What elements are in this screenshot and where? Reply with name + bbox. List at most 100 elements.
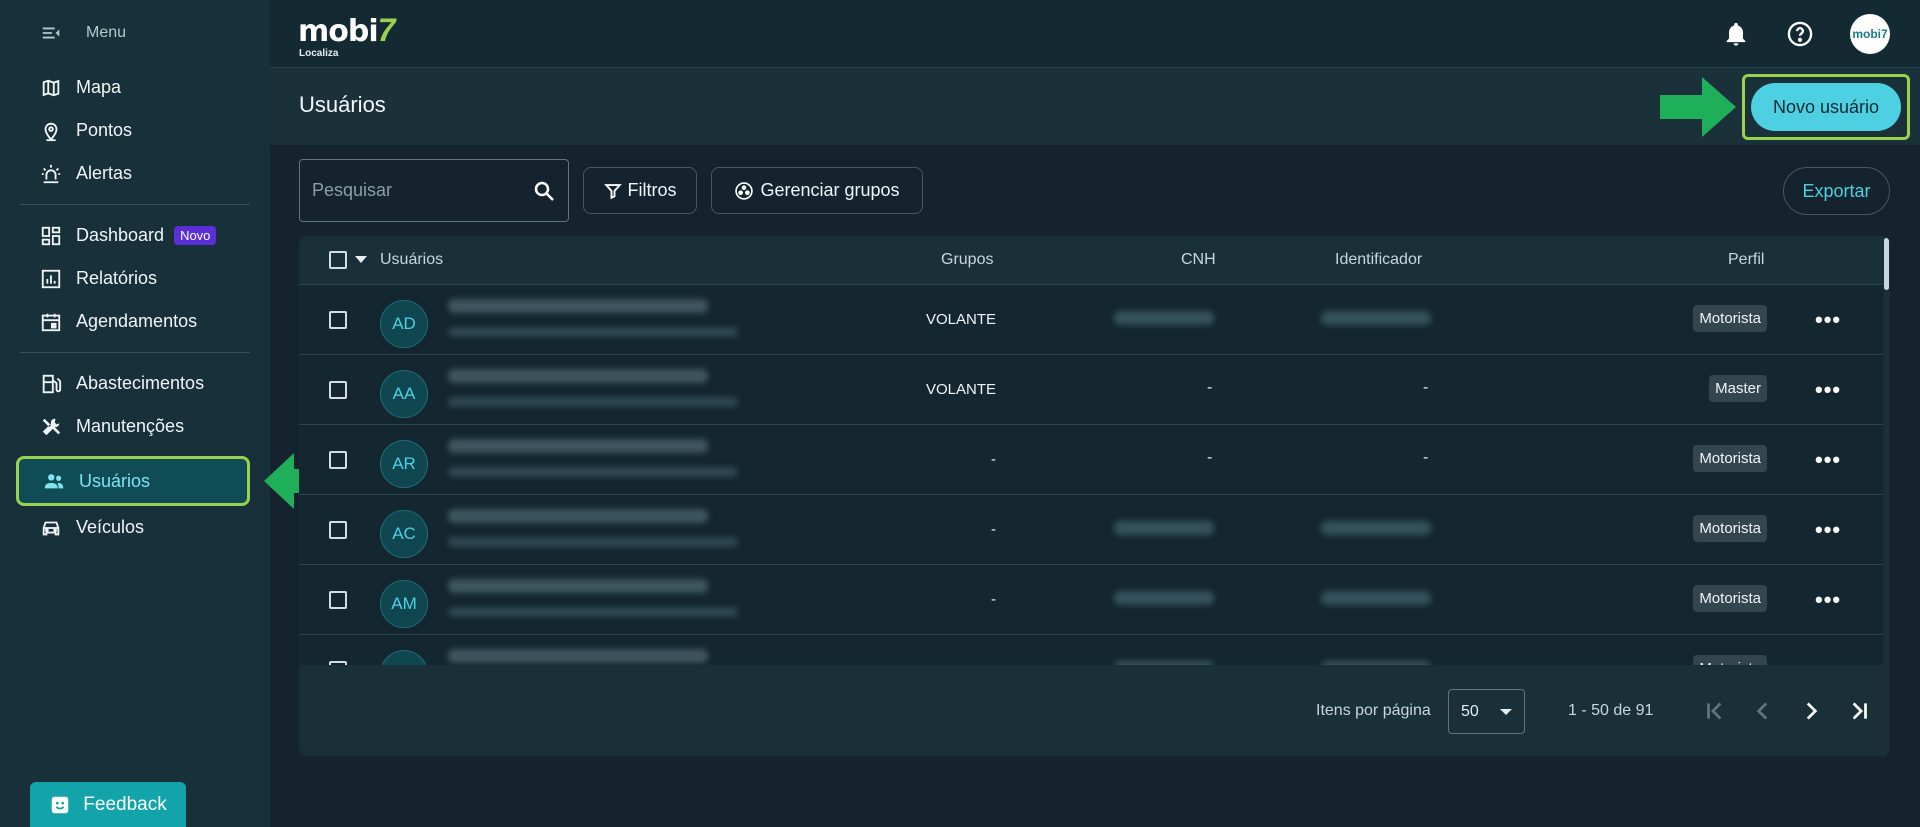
menu-label: Menu	[86, 24, 127, 41]
more-options-icon[interactable]: •••	[1815, 517, 1841, 543]
sidebar-nav: Mapa Pontos Alertas Dashboard Novo Relat…	[0, 66, 270, 549]
sidebar-item-alertas[interactable]: Alertas	[0, 152, 270, 195]
identifier-redacted	[1321, 591, 1431, 605]
user-email-redacted	[448, 607, 738, 617]
new-user-button[interactable]: Novo usuário	[1751, 83, 1901, 131]
previous-page-button[interactable]	[1748, 696, 1778, 726]
user-name-redacted	[448, 649, 708, 663]
identifier-redacted	[1321, 311, 1431, 325]
user-email-redacted	[448, 537, 738, 547]
sidebar-item-label: Usuários	[79, 470, 151, 491]
last-page-button[interactable]	[1844, 696, 1874, 726]
column-header-identifier[interactable]: Identificador	[1335, 251, 1422, 269]
feedback-smile-icon	[52, 796, 69, 814]
table-row[interactable]: AA VOLANTE - - Master •••	[299, 355, 1883, 425]
car-icon	[40, 517, 62, 539]
page-title: Usuários	[299, 92, 386, 117]
user-name-redacted	[448, 509, 708, 523]
green-arrow-right-icon	[1660, 77, 1736, 137]
table-row[interactable]: AC - Motorista •••	[299, 495, 1883, 565]
sidebar-item-abastecimentos[interactable]: Abastecimentos	[0, 362, 270, 405]
row-checkbox[interactable]	[329, 381, 347, 399]
sidebar-item-usuarios[interactable]: Usuários	[16, 456, 250, 506]
page-range-label: 1 - 50 de 91	[1568, 702, 1654, 719]
user-initials-avatar: AC	[380, 510, 428, 558]
column-header-users[interactable]: Usuários	[380, 251, 443, 269]
identifier-redacted	[1321, 661, 1431, 665]
user-initials-avatar: AD	[380, 300, 428, 348]
sidebar-item-agendamentos[interactable]: Agendamentos	[0, 300, 270, 343]
user-initials-avatar: BA	[380, 650, 428, 665]
sidebar-item-pontos[interactable]: Pontos	[0, 109, 270, 152]
feedback-label: Feedback	[83, 794, 167, 815]
alarm-light-icon	[40, 163, 62, 185]
sidebar-item-label: Mapa	[76, 77, 122, 97]
map-icon	[40, 77, 62, 99]
search-input[interactable]: Pesquisar	[299, 159, 569, 222]
first-page-button[interactable]	[1700, 696, 1730, 726]
sidebar-item-manutencoes[interactable]: Manutenções	[0, 405, 270, 448]
column-header-groups[interactable]: Grupos	[941, 251, 993, 269]
menu-toggle[interactable]: Menu	[40, 22, 126, 44]
sidebar-item-label: Pontos	[76, 120, 133, 140]
table-row[interactable]: AR - - - Motorista •••	[299, 425, 1883, 495]
cnh-redacted	[1114, 661, 1214, 665]
manage-groups-label: Gerenciar grupos	[760, 180, 900, 200]
table-row[interactable]: BA Motorista	[299, 635, 1883, 665]
more-options-icon[interactable]: •••	[1815, 377, 1841, 403]
sidebar-item-mapa[interactable]: Mapa	[0, 66, 270, 109]
page-size-select[interactable]: 50	[1448, 689, 1525, 734]
table-body: AD VOLANTE Motorista ••• AA VOLANTE - - …	[299, 285, 1883, 665]
topbar: mobi7 Localiza mobi7	[270, 0, 1920, 68]
items-per-page-label: Itens por página	[1316, 702, 1431, 719]
user-email-redacted	[448, 467, 738, 477]
user-name-redacted	[448, 369, 708, 383]
row-checkbox[interactable]	[329, 521, 347, 539]
row-checkbox[interactable]	[329, 451, 347, 469]
user-initials-avatar: AR	[380, 440, 428, 488]
profile-badge: Motorista	[1693, 655, 1767, 665]
feedback-button[interactable]: Feedback	[30, 782, 186, 827]
profile-badge: Master	[1709, 375, 1767, 402]
user-email-redacted	[448, 327, 738, 337]
tools-icon	[40, 416, 62, 438]
user-group: VOLANTE	[925, 311, 996, 328]
search-icon[interactable]	[532, 179, 556, 203]
user-group: -	[991, 591, 996, 608]
table-row[interactable]: AD VOLANTE Motorista •••	[299, 285, 1883, 355]
row-checkbox[interactable]	[329, 591, 347, 609]
sidebar-item-relatorios[interactable]: Relatórios	[0, 257, 270, 300]
dashboard-icon	[40, 225, 62, 247]
profile-badge: Motorista	[1693, 515, 1767, 542]
profile-badge: Motorista	[1693, 585, 1767, 612]
new-user-highlight: Novo usuário	[1742, 74, 1910, 140]
select-menu-caret-icon[interactable]	[355, 254, 367, 264]
report-chart-icon	[40, 268, 62, 290]
sidebar-item-label: Manutenções	[76, 416, 185, 436]
column-header-profile[interactable]: Perfil	[1728, 251, 1764, 269]
help-icon[interactable]	[1786, 20, 1814, 48]
row-checkbox[interactable]	[329, 661, 347, 665]
select-all-checkbox[interactable]	[329, 251, 347, 269]
table-scrollbar[interactable]	[1884, 238, 1889, 290]
filters-button[interactable]: Filtros	[583, 167, 697, 214]
manage-groups-button[interactable]: Gerenciar grupos	[711, 167, 923, 214]
more-options-icon[interactable]: •••	[1815, 307, 1841, 333]
next-page-button[interactable]	[1796, 696, 1826, 726]
sidebar-item-dashboard[interactable]: Dashboard Novo	[0, 214, 270, 257]
export-button[interactable]: Exportar	[1783, 167, 1890, 215]
sidebar-item-veiculos[interactable]: Veículos	[0, 506, 270, 549]
cnh-redacted	[1114, 591, 1214, 605]
user-avatar[interactable]: mobi7	[1850, 14, 1890, 54]
user-group: VOLANTE	[925, 381, 996, 398]
notification-bell-icon[interactable]	[1722, 20, 1750, 48]
column-header-cnh[interactable]: CNH	[1181, 251, 1216, 269]
user-name-redacted	[448, 579, 708, 593]
more-options-icon[interactable]: •••	[1815, 587, 1841, 613]
table-row[interactable]: AM - Motorista •••	[299, 565, 1883, 635]
user-cnh: -	[1207, 449, 1213, 466]
menu-collapse-icon	[42, 27, 60, 39]
mobi7-logo[interactable]: mobi7 Localiza	[298, 12, 395, 59]
more-options-icon[interactable]: •••	[1815, 447, 1841, 473]
row-checkbox[interactable]	[329, 311, 347, 329]
